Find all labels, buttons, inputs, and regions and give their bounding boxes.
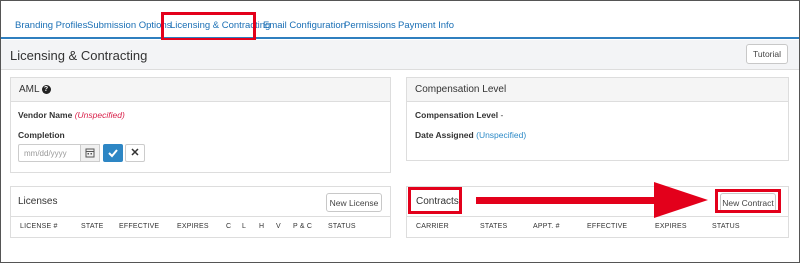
- tutorial-button[interactable]: Tutorial: [746, 44, 788, 64]
- tab-bar: Branding Profiles Submission Options Lic…: [1, 1, 799, 39]
- calendar-button[interactable]: [80, 144, 100, 162]
- column-header: STATES: [480, 223, 508, 230]
- compensation-panel-header: Compensation Level: [407, 78, 788, 102]
- date-assigned-value: (Unspecified): [476, 130, 527, 140]
- column-header: C: [226, 223, 232, 230]
- column-header: V: [276, 223, 281, 230]
- page-header: Licensing & Contracting: [1, 40, 799, 70]
- new-contract-highlight-annotation: [715, 189, 781, 213]
- licenses-divider: [11, 216, 390, 217]
- aml-panel-header: AML?: [11, 78, 390, 102]
- new-license-button[interactable]: New License: [326, 193, 382, 212]
- contracts-divider: [407, 216, 788, 217]
- column-header: H: [259, 223, 265, 230]
- column-header: APPT. #: [533, 223, 560, 230]
- vendor-name-label: Vendor Name (Unspecified): [18, 110, 125, 120]
- column-header: STATE: [81, 223, 104, 230]
- clear-button[interactable]: ✕: [125, 144, 145, 162]
- tab-permissions[interactable]: Permissions: [344, 20, 396, 31]
- licenses-title: Licenses: [18, 196, 58, 207]
- annotation-arrow-head: [654, 182, 708, 218]
- help-icon[interactable]: ?: [41, 85, 51, 94]
- column-header: STATUS: [328, 223, 356, 230]
- tab-highlight-annotation: [161, 12, 256, 41]
- page-title: Licensing & Contracting: [10, 48, 148, 63]
- tab-email-configuration[interactable]: Email Configuration: [263, 20, 346, 31]
- checkmark-icon: [108, 149, 118, 158]
- column-header: LICENSE #: [20, 223, 58, 230]
- contracts-highlight-annotation: [408, 187, 462, 214]
- tab-submission-options[interactable]: Submission Options: [87, 20, 171, 31]
- compensation-title: Compensation Level: [415, 84, 507, 95]
- column-header: EXPIRES: [655, 223, 687, 230]
- annotation-arrow: [476, 197, 658, 204]
- date-assigned-label: Date Assigned (Unspecified): [415, 130, 527, 140]
- column-header: STATUS: [712, 223, 740, 230]
- column-header: EFFECTIVE: [587, 223, 628, 230]
- column-header: L: [242, 223, 247, 230]
- vendor-name-value: (Unspecified): [74, 110, 125, 120]
- compensation-level-label: Compensation Level -: [415, 110, 504, 120]
- confirm-button[interactable]: [103, 144, 123, 162]
- column-header: P & C: [293, 223, 313, 230]
- column-header: EFFECTIVE: [119, 223, 160, 230]
- tab-branding-profiles[interactable]: Branding Profiles: [15, 20, 87, 31]
- aml-title: AML?: [19, 84, 51, 95]
- compensation-level-value: -: [500, 110, 504, 120]
- column-header: EXPIRES: [177, 223, 209, 230]
- completion-date-input[interactable]: mm/dd/yyyy: [18, 144, 81, 162]
- tab-payment-info[interactable]: Payment Info: [398, 20, 454, 31]
- completion-label: Completion: [18, 130, 65, 140]
- column-header: CARRIER: [416, 223, 449, 230]
- calendar-icon: [85, 148, 95, 158]
